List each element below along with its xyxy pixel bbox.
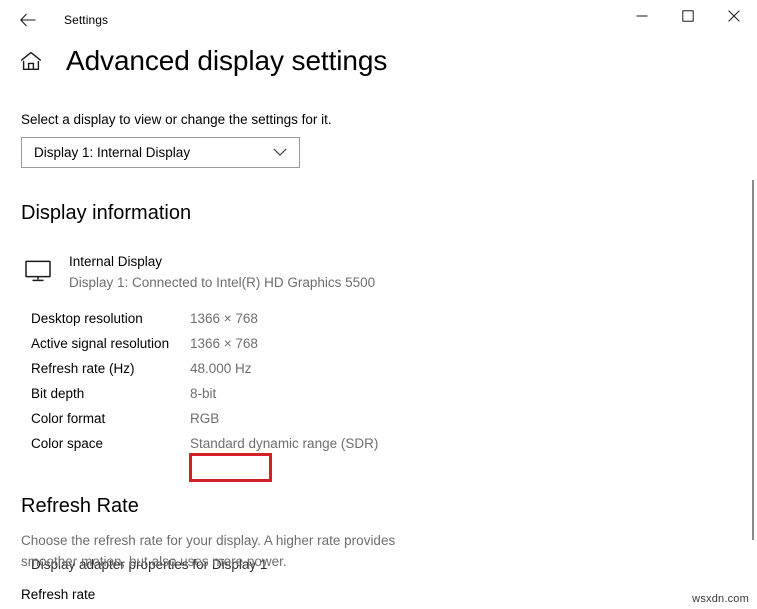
window-controls: [619, 0, 757, 40]
display-device-name: Internal Display: [69, 254, 163, 269]
table-row: Active signal resolution 1366 × 768: [31, 331, 378, 356]
info-value: 8-bit: [190, 386, 217, 401]
scrollbar[interactable]: [743, 40, 757, 609]
home-icon[interactable]: [14, 44, 48, 78]
table-row: Bit depth 8-bit: [31, 381, 378, 406]
chevron-down-icon: [273, 148, 287, 157]
info-value: 1366 × 768: [190, 311, 258, 326]
display-device-connection: Display 1: Connected to Intel(R) HD Grap…: [69, 275, 376, 290]
info-value: RGB: [190, 411, 220, 426]
watermark: wsxdn.com: [692, 593, 749, 605]
table-row: Desktop resolution 1366 × 768: [31, 306, 378, 331]
display-device-texts: Internal Display Display 1: Connected to…: [69, 252, 375, 292]
table-row-refresh-rate: Refresh rate (Hz) 48.000 Hz: [31, 356, 378, 381]
display-selector-label: Select a display to view or change the s…: [21, 112, 332, 127]
display-selector-combobox[interactable]: Display 1: Internal Display: [21, 137, 300, 168]
info-key: Bit depth: [31, 386, 85, 401]
minimize-button[interactable]: [619, 0, 665, 32]
back-button[interactable]: [6, 4, 50, 36]
page-title: Advanced display settings: [66, 45, 388, 76]
info-value: Standard dynamic range (SDR): [190, 436, 379, 451]
info-key: Active signal resolution: [31, 336, 170, 351]
table-row: Color format RGB: [31, 406, 378, 431]
close-button[interactable]: [711, 0, 757, 32]
info-value-refresh-rate: 48.000 Hz: [190, 361, 252, 376]
info-key: Refresh rate (Hz): [31, 361, 135, 376]
refresh-rate-field-label: Refresh rate: [21, 587, 96, 602]
display-information-heading: Display information: [21, 202, 192, 224]
page-header: Advanced display settings: [0, 44, 387, 78]
table-row: Color space Standard dynamic range (SDR): [31, 431, 378, 456]
info-value: 1366 × 768: [190, 336, 258, 351]
monitor-icon: [21, 254, 55, 288]
display-selector-value: Display 1: Internal Display: [34, 145, 191, 160]
refresh-rate-heading: Refresh Rate: [21, 495, 139, 517]
info-key: Color space: [31, 436, 104, 451]
app-title: Settings: [64, 13, 109, 27]
maximize-button[interactable]: [665, 0, 711, 32]
refresh-rate-highlight-box: [189, 453, 272, 482]
display-info-table: Desktop resolution 1366 × 768 Active sig…: [31, 306, 378, 456]
scrollbar-thumb[interactable]: [752, 180, 754, 540]
display-device-row: Internal Display Display 1: Connected to…: [21, 252, 375, 292]
info-key: Color format: [31, 411, 106, 426]
info-key: Desktop resolution: [31, 311, 143, 326]
refresh-rate-description: Choose the refresh rate for your display…: [21, 533, 396, 569]
title-bar: Settings: [0, 0, 757, 40]
